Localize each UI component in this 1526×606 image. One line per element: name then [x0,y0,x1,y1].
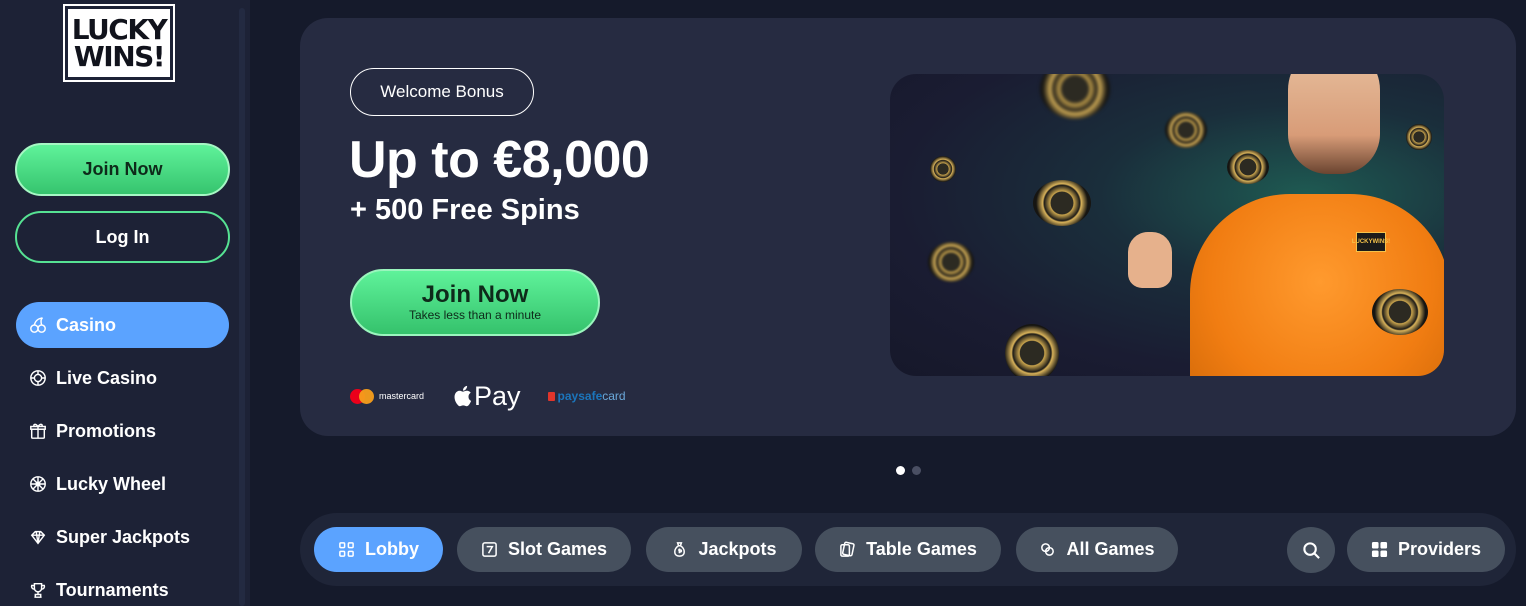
bonus-headline: Up to €8,000 [349,131,650,189]
sidebar: LUCKY WINS! Join Now Log In Casino Live … [0,0,250,606]
providers-button[interactable]: Providers [1347,527,1505,572]
tab-jackpots[interactable]: Jackpots [646,527,802,572]
chips-icon [1041,543,1055,556]
sidebar-item-label: Lucky Wheel [56,473,167,494]
gift-icon [29,422,47,440]
wheel-icon [29,475,47,493]
game-category-bar: Lobby Slot Games Jackpots Table Games Al… [300,513,1516,586]
sidebar-item-lucky-wheel[interactable]: Lucky Wheel [16,461,229,507]
logo-line-2: WINS! [73,40,166,73]
poker-chip-image [1033,180,1091,226]
tab-label: All Games [1066,539,1155,559]
tab-label: Table Games [866,539,977,559]
sweater-logo: LUCKY WINS! [1352,232,1390,252]
sidebar-item-label: Super Jackpots [56,526,191,547]
sidebar-item-tournaments[interactable]: Tournaments [16,567,229,606]
tab-slot-games[interactable]: Slot Games [457,527,631,572]
welcome-bonus-badge: Welcome Bonus [350,68,534,116]
sidebar-item-casino[interactable]: Casino [16,302,229,348]
poker-chip-image [1227,150,1269,184]
poker-chip-icon [29,369,47,387]
sidebar-scrollbar[interactable] [239,8,245,606]
tab-label: Jackpots [698,539,777,559]
lucky-wins-logo[interactable]: LUCKY WINS! [63,4,175,82]
join-now-button[interactable]: Join Now [15,143,230,196]
sidebar-item-label: Casino [56,314,117,335]
paysafecard-logo: paysafe card [547,389,626,403]
cta-sublabel: Takes less than a minute [408,308,542,322]
poker-chip-image [1372,289,1428,335]
lock-icon [547,391,555,401]
bonus-subheadline: + 500 Free Spins [350,194,580,226]
search-button[interactable] [1287,527,1335,573]
grid-icon [1371,541,1388,558]
apple-pay-label: Pay [474,380,521,411]
grid-icon [339,542,354,557]
apple-pay-logo: Pay [452,381,521,412]
poker-chip-image [928,242,974,282]
poker-chip-image [1165,112,1207,148]
paysafe-card-label: card [602,389,626,403]
mastercard-logo: mastercard [350,388,425,404]
tab-label: Slot Games [507,539,608,559]
sidebar-item-promotions[interactable]: Promotions [16,408,229,454]
sidebar-item-label: Tournaments [56,579,169,600]
person-sweater [1190,194,1444,376]
mastercard-label: mastercard [379,391,425,401]
poker-chip-image [930,156,956,182]
carousel-dot-1[interactable] [896,466,905,475]
banner-join-now-button[interactable]: Join Now Takes less than a minute [350,269,600,336]
cta-label: Join Now [421,281,529,308]
person-head [1288,74,1380,174]
person-fist [1128,232,1172,288]
hero-image: LUCKY WINS! [890,74,1444,376]
money-bag-icon [674,542,686,557]
welcome-bonus-banner[interactable]: Welcome Bonus Up to €8,000 + 500 Free Sp… [300,18,1516,436]
tab-label: Lobby [365,539,419,559]
diamond-icon [29,528,47,546]
apple-icon [454,385,472,407]
sidebar-item-label: Promotions [56,420,157,441]
tab-table-games[interactable]: Table Games [815,527,1001,572]
poker-chip-image [1005,324,1059,376]
cards-icon [840,541,855,557]
providers-label: Providers [1397,539,1482,559]
search-icon [1302,541,1320,559]
payment-logos: mastercard Pay paysafe card [350,378,626,414]
sidebar-item-live-casino[interactable]: Live Casino [16,355,229,401]
paysafe-label: paysafe [557,389,603,403]
trophy-icon [29,581,47,599]
carousel-dot-2[interactable] [912,466,921,475]
cherries-icon [29,316,47,334]
sidebar-item-label: Live Casino [56,367,158,388]
log-in-button[interactable]: Log In [15,211,230,263]
tab-lobby[interactable]: Lobby [314,527,443,572]
sidebar-item-super-jackpots[interactable]: Super Jackpots [16,514,229,560]
poker-chip-image [1040,74,1110,119]
seven-icon [482,542,497,557]
logo-line-1: LUCKY [71,13,168,46]
tab-all-games[interactable]: All Games [1016,527,1178,572]
poker-chip-image [1406,124,1432,150]
